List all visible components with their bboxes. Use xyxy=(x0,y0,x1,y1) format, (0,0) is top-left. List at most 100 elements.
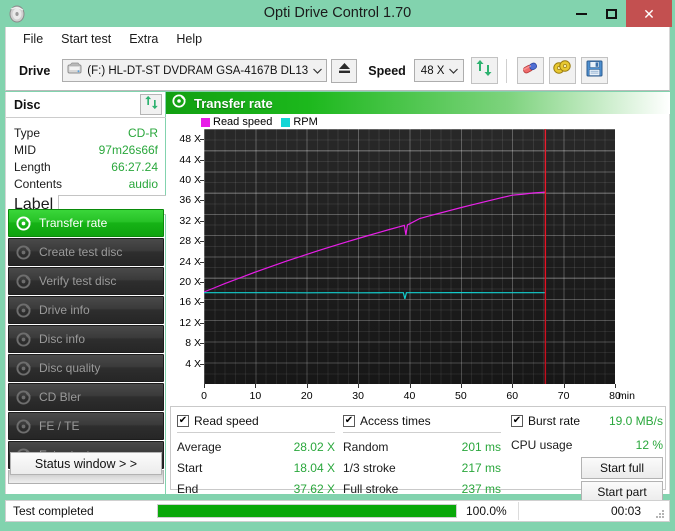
disc-check-icon xyxy=(16,274,31,289)
sidebar-item-label: Disc info xyxy=(39,332,85,346)
stat-row-cpu-usage: CPU usage 12 % xyxy=(511,434,663,455)
y-axis-tick-label: 20 X xyxy=(179,276,201,288)
erase-button[interactable] xyxy=(517,57,544,84)
access-times-checkbox-label: Access times xyxy=(360,414,431,428)
close-button[interactable]: ✕ xyxy=(626,0,672,27)
resize-grip[interactable] xyxy=(654,507,666,519)
progress-bar-fill xyxy=(158,505,456,517)
stat-key: Average xyxy=(177,440,294,454)
eraser-icon xyxy=(520,59,540,82)
x-axis-tick-mark xyxy=(307,384,308,388)
status-window-button[interactable]: Status window > > xyxy=(10,452,162,475)
stat-key: 1/3 stroke xyxy=(343,461,462,475)
disc-info-key: Type xyxy=(14,126,128,140)
left-panel: Disc Type CD-R MID 97m26s66f Lengt xyxy=(5,92,165,494)
status-separator xyxy=(518,502,519,520)
start-full-button[interactable]: Start full xyxy=(581,457,663,479)
disc-fete-icon xyxy=(16,419,31,434)
y-axis-tick-label: 32 X xyxy=(179,215,201,227)
y-axis-tick-label: 44 X xyxy=(179,154,201,166)
stat-row-third-stroke: 1/3 stroke 217 ms xyxy=(343,457,501,478)
read-speed-checkbox[interactable]: ✔ xyxy=(177,415,189,427)
stat-row-end: End 37.62 X xyxy=(177,478,335,499)
burst-rate-checkbox[interactable]: ✔ xyxy=(511,415,523,427)
y-axis-tick-label: 28 X xyxy=(179,235,201,247)
menu-help[interactable]: Help xyxy=(167,29,211,49)
drive-info-icon xyxy=(16,303,31,318)
menu-extra[interactable]: Extra xyxy=(120,29,167,49)
disc-quality-icon xyxy=(16,361,31,376)
chart-title: Transfer rate xyxy=(194,96,273,111)
access-times-checkbox-row[interactable]: ✔ Access times xyxy=(343,412,501,430)
y-axis-tick-label: 12 X xyxy=(179,317,201,329)
speed-select[interactable]: 48 X xyxy=(414,59,464,82)
read-speed-checkbox-row[interactable]: ✔ Read speed xyxy=(177,412,335,430)
sidebar-item-fe-te[interactable]: FE / TE xyxy=(8,412,164,440)
disc-info-row-length: Length 66:27.24 xyxy=(14,158,158,175)
burst-rate-column: ✔ Burst rate 19.0 MB/s CPU usage 12 % St… xyxy=(511,412,663,503)
x-axis-tick-mark xyxy=(461,384,462,388)
x-axis-unit-label: min xyxy=(618,390,635,402)
scan-button[interactable] xyxy=(549,57,576,84)
sidebar-item-label: Verify test disc xyxy=(39,274,116,288)
y-axis-tick-label: 40 X xyxy=(179,174,201,186)
sidebar-item-create-test-disc[interactable]: Create test disc xyxy=(8,238,164,266)
access-times-checkbox[interactable]: ✔ xyxy=(343,415,355,427)
disc-info-value: 97m26s66f xyxy=(99,143,158,157)
drive-select[interactable]: (F:) HL-DT-ST DVDRAM GSA-4167B DL13 xyxy=(62,59,327,82)
legend-label-read-speed: Read speed xyxy=(213,116,272,128)
x-axis-tick-label: 10 xyxy=(250,390,262,402)
divider xyxy=(177,432,335,433)
x-axis-tick-mark xyxy=(410,384,411,388)
divider xyxy=(343,432,501,433)
sidebar-item-disc-quality[interactable]: Disc quality xyxy=(8,354,164,382)
title-bar: Opti Drive Control 1.70 ✕ xyxy=(0,0,675,27)
x-axis-tick-label: 0 xyxy=(201,390,207,402)
y-axis-tick-label: 8 X xyxy=(185,337,201,349)
sidebar-item-cd-bler[interactable]: CD Bler xyxy=(8,383,164,411)
status-bar: Test completed 100.0% 00:03 xyxy=(5,500,670,522)
x-axis-tick-label: 20 xyxy=(301,390,313,402)
eject-icon xyxy=(337,61,352,80)
stat-key: Start xyxy=(177,461,294,475)
sidebar-item-transfer-rate[interactable]: Transfer rate xyxy=(8,209,164,237)
sidebar-item-disc-info[interactable]: Disc info xyxy=(8,325,164,353)
disc-panel-title: Disc xyxy=(14,98,140,112)
refresh-icon xyxy=(144,95,159,115)
refresh-button[interactable] xyxy=(471,57,498,84)
minimize-button[interactable] xyxy=(566,0,596,27)
eject-button[interactable] xyxy=(331,59,357,83)
y-axis-tick-label: 4 X xyxy=(185,358,201,370)
refresh-icon xyxy=(475,59,493,82)
menu-file[interactable]: File xyxy=(14,29,52,49)
chevron-down-icon xyxy=(445,66,463,76)
menu-start-test[interactable]: Start test xyxy=(52,29,120,49)
x-axis-tick-mark xyxy=(358,384,359,388)
plot-area[interactable] xyxy=(204,129,615,384)
progress-bar xyxy=(157,504,457,518)
read-speed-checkbox-label: Read speed xyxy=(194,414,259,428)
x-axis-tick-mark xyxy=(255,384,256,388)
drive-toolbar: Drive (F:) HL-DT-ST DVDRAM GSA-4167B DL1… xyxy=(5,51,670,91)
disc-info-row-mid: MID 97m26s66f xyxy=(14,141,158,158)
legend-label-rpm: RPM xyxy=(293,116,317,128)
series-line-read-speed xyxy=(204,192,545,292)
sidebar-item-verify-test-disc[interactable]: Verify test disc xyxy=(8,267,164,295)
stat-value: 201 ms xyxy=(462,440,501,454)
disc-play-icon xyxy=(16,216,31,231)
sidebar-item-drive-info[interactable]: Drive info xyxy=(8,296,164,324)
y-axis-tick-label: 36 X xyxy=(179,194,201,206)
disc-info-value: CD-R xyxy=(128,126,158,140)
stat-key: CPU usage xyxy=(511,438,636,452)
save-button[interactable] xyxy=(581,57,608,84)
elapsed-time: 00:03 xyxy=(611,504,641,518)
stat-value: 28.02 X xyxy=(294,440,335,454)
disc-refresh-button[interactable] xyxy=(140,94,162,115)
disc-play-icon xyxy=(172,94,186,113)
burst-rate-checkbox-row[interactable]: ✔ Burst rate 19.0 MB/s xyxy=(511,412,663,430)
burst-rate-checkbox-label: Burst rate xyxy=(528,414,580,428)
disc-burn-icon xyxy=(16,245,31,260)
x-axis-tick-label: 50 xyxy=(455,390,467,402)
maximize-button[interactable] xyxy=(596,0,626,27)
y-axis-tick-label: 16 X xyxy=(179,296,201,308)
